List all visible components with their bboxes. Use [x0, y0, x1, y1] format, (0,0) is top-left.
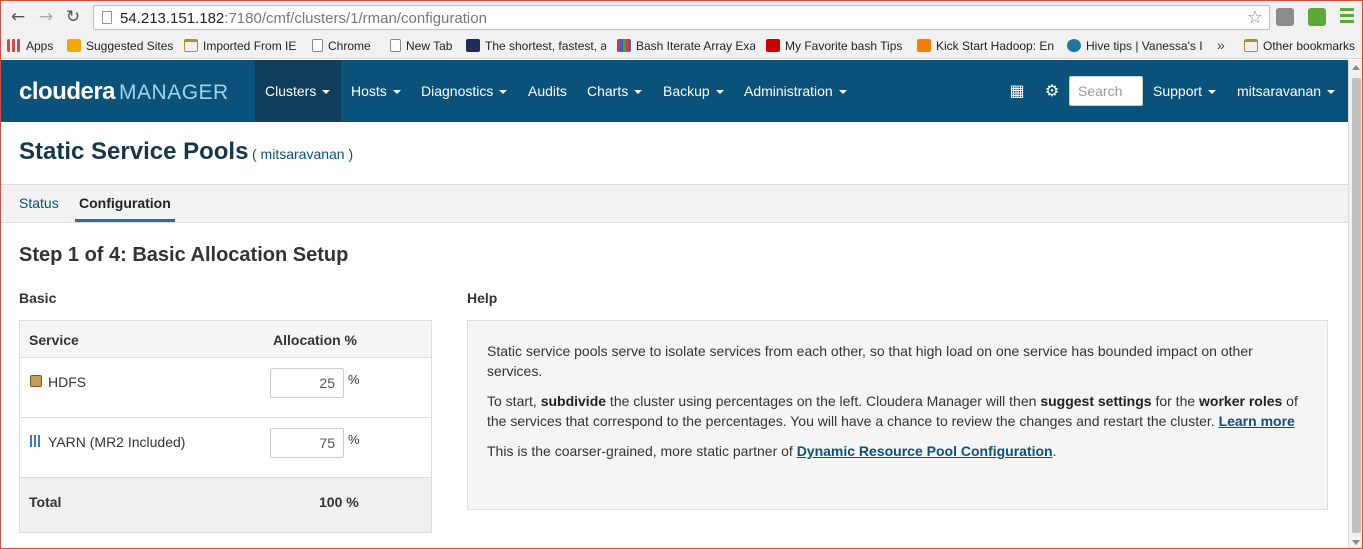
- address-bar[interactable]: 54.213.151.182:7180/cmf/clusters/1/rman/…: [93, 5, 1270, 30]
- app-header: cloudera MANAGER Clusters Hosts Diagnosti…: [1, 60, 1362, 122]
- column-header-service: Service: [29, 332, 79, 348]
- table-header-row: Service Allocation %: [20, 321, 431, 358]
- bookmark-new-tab[interactable]: New Tab: [390, 38, 452, 55]
- folder-icon: [1244, 39, 1258, 52]
- url-text[interactable]: 54.213.151.182:7180/cmf/clusters/1/rman/…: [120, 10, 487, 27]
- help-panel: Static service pools serve to isolate se…: [467, 320, 1328, 510]
- cluster-name-link[interactable]: ( mitsaravanan ): [252, 146, 353, 162]
- learn-more-link[interactable]: Learn more: [1219, 413, 1295, 429]
- browser-window: ← → ↻ 54.213.151.182:7180/cmf/clusters/1…: [0, 0, 1363, 549]
- back-icon[interactable]: ←: [9, 8, 27, 26]
- search-input[interactable]: [1069, 76, 1143, 106]
- nav-clusters[interactable]: Clusters: [255, 60, 341, 122]
- scrollbar-thumb[interactable]: [1352, 78, 1361, 533]
- total-value: 100 %: [319, 494, 359, 510]
- reload-icon[interactable]: ↻: [64, 8, 82, 26]
- service-name: HDFS: [48, 374, 87, 390]
- table-row: YARN (MR2 Included) %: [20, 418, 431, 478]
- chevron-down-icon: [392, 90, 401, 94]
- page-title: Static Service Pools: [19, 138, 249, 165]
- nav-administration[interactable]: Administration: [744, 60, 847, 122]
- bookmarks-bar: Apps Suggested Sites Imported From IE Ch…: [1, 34, 1362, 59]
- page-icon: [390, 39, 401, 52]
- bookmark-apps[interactable]: Apps: [7, 38, 53, 55]
- browser-toolbar: ← → ↻ 54.213.151.182:7180/cmf/clusters/1…: [1, 1, 1362, 34]
- bookmark-shortest-fastest[interactable]: The shortest, fastest, a: [466, 38, 606, 55]
- help-section-label: Help: [467, 290, 498, 306]
- percent-unit: %: [348, 432, 360, 447]
- table-total-row: Total 100 %: [20, 478, 431, 532]
- chevron-down-icon: [715, 90, 724, 94]
- allocation-table: Service Allocation % HDFS % YARN (MR2 In…: [19, 320, 432, 533]
- total-label: Total: [29, 494, 62, 510]
- extension-icon[interactable]: [1276, 8, 1294, 26]
- bookmark-imported-from-ie[interactable]: Imported From IE: [184, 38, 296, 55]
- chevron-down-icon: [1327, 90, 1336, 94]
- extension-icon[interactable]: [1308, 8, 1326, 26]
- nav-diagnostics[interactable]: Diagnostics: [421, 60, 508, 122]
- bookmark-suggested-sites[interactable]: Suggested Sites: [67, 38, 173, 55]
- basic-section-label: Basic: [19, 290, 57, 306]
- bookmark-kick-start-hadoop[interactable]: Kick Start Hadoop: En: [917, 38, 1055, 55]
- bookmark-chrome[interactable]: Chrome: [312, 38, 371, 55]
- site-icon: [466, 39, 480, 52]
- blogger-icon: [917, 39, 931, 52]
- nav-support[interactable]: Support: [1153, 60, 1217, 122]
- column-header-allocation: Allocation %: [273, 332, 358, 348]
- more-bookmarks-icon[interactable]: »: [1217, 37, 1225, 53]
- yarn-icon: [30, 435, 42, 447]
- bookmark-bash-iterate[interactable]: Bash Iterate Array Exa: [617, 38, 755, 55]
- forward-icon[interactable]: →: [37, 8, 55, 26]
- running-commands-icon[interactable]: ⚙: [1043, 82, 1061, 100]
- dynamic-resource-pool-link[interactable]: Dynamic Resource Pool Configuration: [797, 443, 1053, 459]
- yarn-allocation-input[interactable]: [270, 428, 344, 458]
- nav-hosts[interactable]: Hosts: [351, 60, 401, 122]
- hdfs-allocation-input[interactable]: [270, 368, 344, 398]
- wordpress-icon: [1067, 39, 1081, 52]
- scroll-up-icon[interactable]: [1352, 65, 1360, 70]
- chevron-down-icon: [634, 90, 643, 94]
- site-icon: [617, 39, 631, 52]
- chevron-down-icon: [499, 90, 508, 94]
- parcel-gift-icon[interactable]: ▦: [1008, 82, 1026, 100]
- bing-icon: [67, 39, 81, 52]
- cloudera-manager-logo[interactable]: cloudera MANAGER: [19, 78, 229, 106]
- nav-audits[interactable]: Audits: [528, 60, 567, 122]
- page-icon: [312, 39, 323, 52]
- hdfs-icon: [30, 375, 42, 387]
- bookmark-star-icon[interactable]: ☆: [1247, 7, 1263, 28]
- help-paragraph: Static service pools serve to isolate se…: [487, 343, 1253, 379]
- nav-backup[interactable]: Backup: [663, 60, 724, 122]
- percent-unit: %: [348, 372, 360, 387]
- page-icon: [102, 11, 112, 24]
- chevron-down-icon: [838, 90, 847, 94]
- bookmark-other-bookmarks[interactable]: Other bookmarks: [1244, 38, 1355, 55]
- scroll-down-icon[interactable]: [1352, 540, 1360, 545]
- table-row: HDFS %: [20, 358, 431, 418]
- step-title: Step 1 of 4: Basic Allocation Setup: [19, 244, 349, 266]
- chevron-down-icon: [322, 90, 331, 94]
- help-paragraph: This is the coarser-grained, more static…: [487, 443, 1057, 459]
- lj-icon: [766, 39, 780, 52]
- nav-charts[interactable]: Charts: [587, 60, 643, 122]
- bookmark-bash-tips[interactable]: My Favorite bash Tips: [766, 38, 906, 55]
- apps-grid-icon: [7, 39, 21, 52]
- tab-bar: Status Configuration: [1, 184, 1348, 223]
- bookmark-hive-tips[interactable]: Hive tips | Vanessa's I: [1067, 38, 1207, 55]
- tab-status[interactable]: Status: [19, 185, 59, 222]
- nav-user-menu[interactable]: mitsaravanan: [1237, 60, 1336, 122]
- page-scrollbar[interactable]: [1348, 60, 1362, 548]
- help-paragraph: To start, subdivide the cluster using pe…: [487, 393, 1298, 429]
- tab-configuration[interactable]: Configuration: [75, 185, 175, 222]
- service-name: YARN (MR2 Included): [48, 434, 186, 450]
- chevron-down-icon: [1208, 90, 1217, 94]
- browser-menu-icon[interactable]: [1340, 8, 1354, 24]
- folder-icon: [184, 39, 198, 52]
